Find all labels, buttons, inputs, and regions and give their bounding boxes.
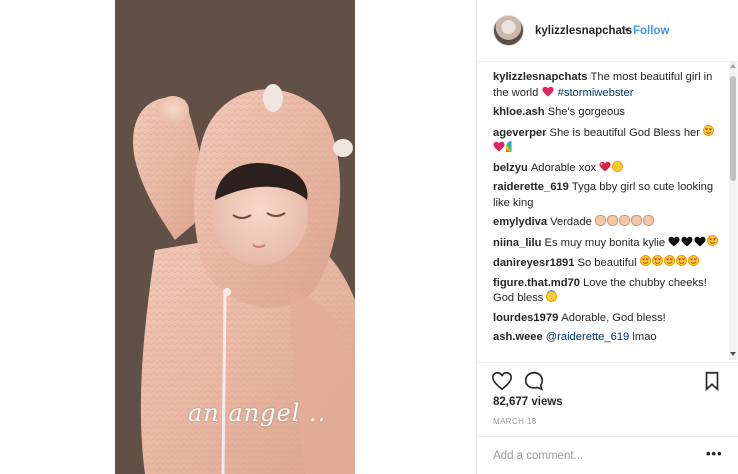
follow-button[interactable]: Follow <box>633 25 669 37</box>
comment-username[interactable]: kylizzlesnapchats <box>493 71 588 83</box>
post-image[interactable]: an angel .. <box>115 0 355 474</box>
more-options-button[interactable]: ••• <box>706 446 723 461</box>
comment-username[interactable]: niina_lilu <box>493 237 542 249</box>
comment-username[interactable]: khloe.ash <box>493 106 545 118</box>
post-header: kylizzlesnapchats • Follow <box>477 0 738 62</box>
comment-username[interactable]: ageverper <box>493 127 547 139</box>
scroll-thumb[interactable] <box>730 76 736 181</box>
rainbow-icon <box>506 141 517 152</box>
comment-username[interactable]: lourdes1979 <box>493 312 558 324</box>
comment-item: belzyu Adorable xox <box>493 160 725 177</box>
media-area: an angel .. <box>0 0 476 474</box>
comment-text: lmao <box>632 331 657 343</box>
heart-eyes-face-icon <box>687 255 699 266</box>
comment-item: lourdes1979 Adorable, God bless! <box>493 311 725 327</box>
comment-item: figure.that.md70 Love the chubby cheeks! … <box>493 276 725 307</box>
comment-text: Es muy muy bonita kylie <box>544 236 666 249</box>
add-comment-input[interactable] <box>493 448 693 464</box>
clapping-hands-icon <box>642 215 654 226</box>
comment-item: kylizzlesnapchats The most beautiful girl… <box>493 70 725 101</box>
comment-username[interactable]: belzyu <box>493 162 528 174</box>
comment-hashtag[interactable]: #stormiwebster <box>558 87 634 99</box>
clapping-hands-icon <box>606 215 618 226</box>
comments-list[interactable]: kylizzlesnapchats The most beautiful girl… <box>493 70 725 358</box>
heart-eyes-face-icon <box>639 255 651 266</box>
comment-item: khloe.ash She's gorgeous <box>493 105 725 121</box>
comment-username[interactable]: raiderette_619 <box>493 181 569 193</box>
comment-username[interactable]: danireyesr1891 <box>493 257 574 269</box>
heart-eyes-face-icon <box>663 255 675 266</box>
post-date[interactable]: MARCH 18 <box>493 417 537 426</box>
bookmark-icon[interactable] <box>701 370 723 392</box>
comment-item: raiderette_619 Tyga bby girl so cute look… <box>493 180 725 211</box>
heart-outline-icon[interactable] <box>491 370 513 392</box>
speech-bubble-icon[interactable] <box>523 370 545 392</box>
comment-username[interactable]: ash.weee <box>493 331 543 343</box>
comment-mention[interactable]: @raiderette_619 <box>546 331 630 343</box>
heart-eyes-face-icon <box>707 234 719 246</box>
add-comment-bar: ••• <box>477 436 738 474</box>
sparkling-heart-icon <box>599 161 611 172</box>
post-details-panel: kylizzlesnapchats • Follow kylizzlesnapc… <box>476 0 738 474</box>
comment-username[interactable]: emylydiva <box>493 216 547 228</box>
heart-eyes-face-icon <box>675 255 687 266</box>
red-heart-icon <box>493 141 505 152</box>
black-heart-icon <box>694 236 706 247</box>
comment-item: niina_lilu Es muy muy bonita kylie <box>493 234 725 252</box>
comment-text: Adorable, God bless! <box>561 311 666 324</box>
comment-text: So beautiful <box>577 257 637 269</box>
clapping-hands-icon <box>594 215 606 226</box>
comment-item: emylydiva Verdade <box>493 215 725 231</box>
scroll-down-arrow-icon[interactable] <box>730 352 736 356</box>
red-heart-icon <box>542 86 554 97</box>
comment-item: ash.weee @raiderette_619 lmao <box>493 330 725 346</box>
scroll-up-arrow-icon[interactable] <box>730 64 736 68</box>
blowing-kiss-face-icon <box>612 160 624 172</box>
comments-scrollbar[interactable] <box>729 62 737 360</box>
header-separator: • <box>625 25 630 37</box>
action-bar <box>477 362 738 398</box>
story-caption-overlay: an angel .. <box>188 399 327 427</box>
clapping-hands-icon <box>618 215 630 226</box>
header-username[interactable]: kylizzlesnapchats <box>535 25 632 37</box>
comment-text: She is beautiful God Bless her <box>549 126 701 139</box>
heart-eyes-face-icon <box>703 124 715 136</box>
comment-item: danireyesr1891 So beautiful <box>493 255 725 272</box>
clapping-hands-icon <box>630 215 642 226</box>
comment-text: Adorable xox <box>530 161 597 174</box>
black-heart-icon <box>681 236 693 247</box>
comment-text: She's gorgeous <box>547 106 626 118</box>
comment-username[interactable]: figure.that.md70 <box>493 277 580 289</box>
black-heart-icon <box>668 236 680 247</box>
comment-text: Verdade <box>550 216 592 228</box>
smiling-halo-face-icon <box>546 291 558 302</box>
heart-eyes-face-icon <box>651 255 663 266</box>
comment-item: ageverper She is beautiful God Bless her <box>493 124 725 157</box>
avatar[interactable] <box>493 15 524 46</box>
view-count[interactable]: 82,677 views <box>493 396 563 408</box>
